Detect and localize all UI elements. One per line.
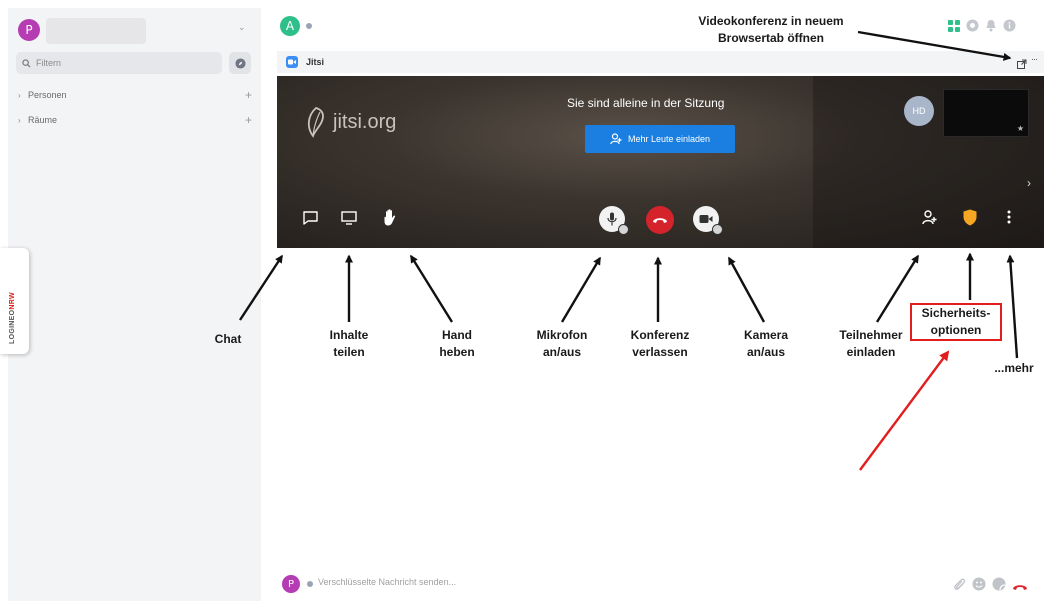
jitsi-logo-text: jitsi.org xyxy=(333,110,397,133)
star-icon: ★ xyxy=(1016,124,1024,133)
local-video-tile[interactable]: ★ xyxy=(943,89,1029,137)
widgets-grid-icon[interactable] xyxy=(948,19,960,32)
chat-icon xyxy=(302,211,318,225)
add-room-icon[interactable]: + xyxy=(245,113,252,127)
section-rooms[interactable]: › Räume + xyxy=(18,113,252,127)
hangup-icon xyxy=(653,218,667,223)
annotation-chat: Chat xyxy=(214,332,242,346)
mic-options-icon[interactable] xyxy=(618,224,629,235)
search-icon xyxy=(22,58,31,68)
participant-avatar[interactable]: HD xyxy=(904,96,934,126)
annotation-camera: Kamera an/aus xyxy=(743,328,789,359)
jitsi-leaf-icon xyxy=(307,107,324,138)
room-list-sidebar: P ⌄ Filtern › Personen + › Räume + xyxy=(8,8,261,601)
section-people-label: Personen xyxy=(28,90,67,100)
camera-icon xyxy=(699,215,713,223)
jitsi-logo: jitsi.org xyxy=(303,106,396,138)
hangup-call-icon[interactable] xyxy=(1012,578,1028,596)
room-avatar[interactable]: A xyxy=(280,16,300,36)
explore-rooms-button[interactable] xyxy=(229,52,251,74)
invite-more-button[interactable]: Mehr Leute einladen xyxy=(585,125,735,153)
encryption-shield-icon xyxy=(307,581,313,587)
widget-title: Jitsi xyxy=(306,57,325,67)
chevron-down-icon[interactable]: ⌄ xyxy=(238,22,246,33)
info-icon[interactable] xyxy=(1003,19,1016,32)
filter-placeholder: Filtern xyxy=(36,58,62,68)
compass-icon xyxy=(234,57,246,69)
filter-input[interactable]: Filtern xyxy=(16,52,222,74)
camera-options-icon[interactable] xyxy=(712,224,723,235)
microphone-icon xyxy=(607,212,617,226)
composer-actions xyxy=(953,577,1028,596)
alone-message: Sie sind alleine in der Sitzung xyxy=(567,96,725,110)
add-person-icon[interactable]: + xyxy=(245,88,252,102)
security-options-button[interactable] xyxy=(961,207,979,227)
shield-icon xyxy=(963,209,977,225)
annotation-invite: Teilnehmer einladen xyxy=(839,328,903,359)
attachment-icon[interactable] xyxy=(953,577,966,596)
arrow-hand xyxy=(409,254,454,323)
encryption-status-icon xyxy=(306,23,312,29)
hangup-button[interactable] xyxy=(646,206,674,234)
raised-hand-icon xyxy=(384,208,396,225)
header-actions xyxy=(948,19,1016,32)
annotation-leave: Konferenz verlassen xyxy=(630,328,690,359)
sticker-icon[interactable] xyxy=(992,577,1006,596)
messenger-side-tab[interactable]: LOGINEONRW xyxy=(0,248,29,354)
arrow-security-red xyxy=(859,350,950,471)
invite-more-label: Mehr Leute einladen xyxy=(627,134,711,144)
invite-participants-button[interactable] xyxy=(920,208,938,226)
user-avatar[interactable]: P xyxy=(18,19,40,41)
emoji-icon[interactable] xyxy=(972,577,986,596)
section-people[interactable]: › Personen + xyxy=(18,88,252,102)
annotation-more: ...mehr xyxy=(994,361,1034,375)
annotation-hand: Hand heben xyxy=(439,328,475,359)
section-rooms-label: Räume xyxy=(28,115,58,125)
more-options-button[interactable] xyxy=(1004,208,1014,226)
chevron-right-icon: › xyxy=(18,90,21,100)
chevron-right-icon[interactable]: › xyxy=(1027,176,1031,190)
popout-icon[interactable] xyxy=(1017,56,1027,74)
annotation-share: Inhalte teilen xyxy=(329,328,369,359)
arrow-more xyxy=(1006,254,1019,359)
annotation-mic: Mikrofon an/aus xyxy=(536,328,588,359)
chevron-right-icon: › xyxy=(18,115,21,125)
chat-button[interactable] xyxy=(301,210,319,226)
widget-menu-icon[interactable]: ··· xyxy=(1031,54,1038,64)
raise-hand-button[interactable] xyxy=(381,207,399,227)
jitsi-video-icon xyxy=(286,56,298,68)
bell-icon[interactable] xyxy=(985,19,997,32)
arrow-camera xyxy=(727,256,766,323)
message-input[interactable]: Verschlüsselte Nachricht senden... xyxy=(318,577,456,587)
add-user-icon xyxy=(610,133,622,145)
more-vertical-icon xyxy=(1007,210,1011,224)
user-name-box[interactable] xyxy=(46,18,146,44)
brand-logo: LOGINEONRW xyxy=(9,292,16,344)
screenshare-button[interactable] xyxy=(340,210,358,226)
composer-avatar: P xyxy=(282,575,300,593)
microphone-button[interactable] xyxy=(599,206,629,235)
widget-title-bar: Jitsi ··· xyxy=(277,51,1044,73)
annotation-popout: Videokonferenz in neuem Browsertab öffnen xyxy=(698,14,844,45)
arrow-mic xyxy=(560,256,602,323)
annotation-security: Sicherheits-optionen xyxy=(910,303,1002,341)
add-user-icon xyxy=(921,209,936,224)
camera-button[interactable] xyxy=(693,206,723,235)
threads-icon[interactable] xyxy=(966,19,979,32)
jitsi-conference: jitsi.org Sie sind alleine in der Sitzun… xyxy=(277,76,1044,248)
screen-share-icon xyxy=(341,211,357,225)
